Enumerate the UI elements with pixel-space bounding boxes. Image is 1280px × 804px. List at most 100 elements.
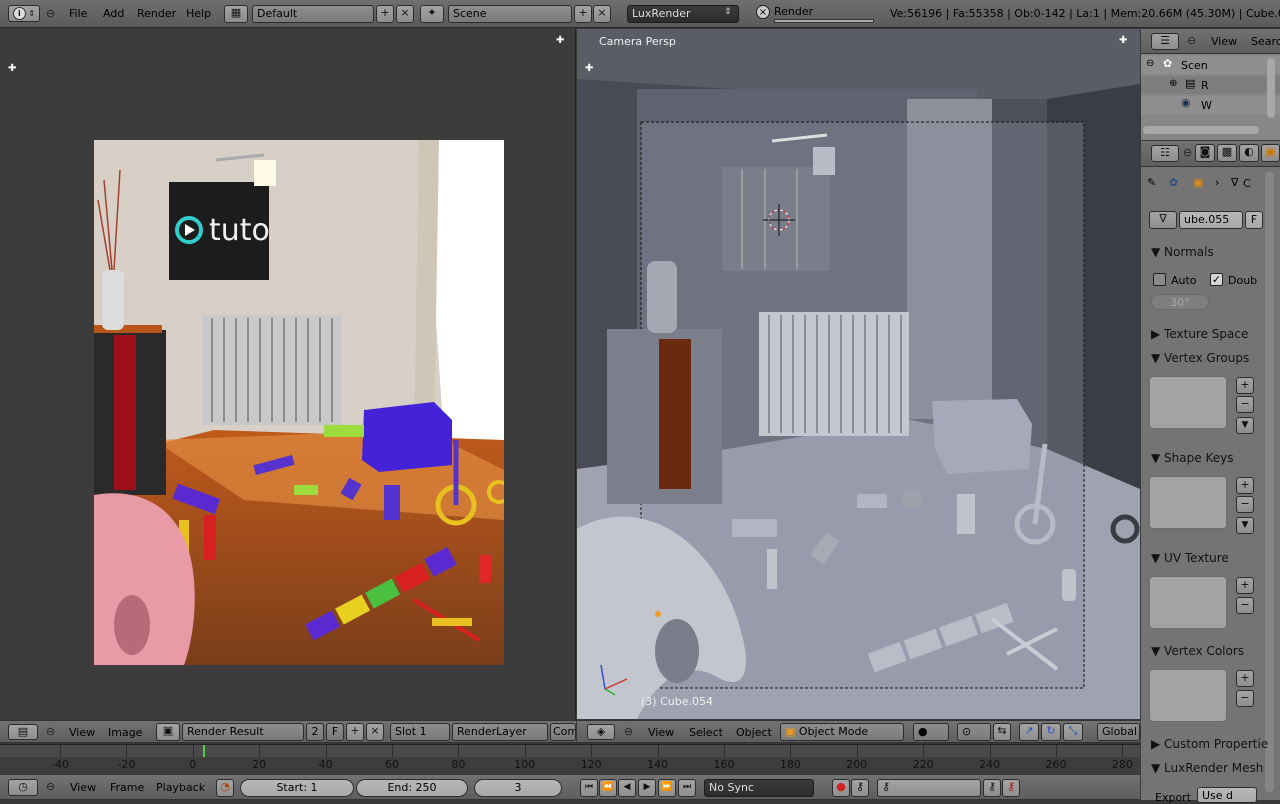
jump-keyframe-back-button[interactable]: ⏪ (599, 779, 617, 797)
panel-scrollbar[interactable] (1265, 172, 1274, 792)
texture-space-panel-header[interactable]: ▶ Texture Space (1151, 327, 1248, 341)
auto-keyframe-button[interactable]: ● (832, 779, 850, 797)
delete-keyframe-button[interactable]: ⚷ (1002, 779, 1020, 797)
end-frame-field[interactable]: End: 250 (356, 779, 468, 797)
scene-tab-icon[interactable]: ◐ (1239, 144, 1259, 162)
collapse-icon[interactable]: ⊖ (46, 725, 55, 738)
vertex-group-remove-button[interactable]: − (1236, 396, 1254, 413)
expand-icon[interactable]: ⊕ (1169, 78, 1177, 89)
render-layers-tab-icon[interactable]: ▩ (1217, 144, 1237, 162)
double-sided-checkbox[interactable]: ✓ (1210, 273, 1223, 286)
outliner-item-renderlayers[interactable]: R (1201, 79, 1209, 92)
scene-field[interactable]: Scene (448, 5, 572, 23)
slot-select[interactable]: Slot 1 (390, 723, 450, 741)
3d-viewport[interactable]: Camera Persp ✚ ✚ (3) Cube.054 (577, 29, 1140, 719)
vertex-group-specials-button[interactable]: ▼ (1236, 417, 1254, 434)
image-editor-area[interactable]: ✚ ✚ tuto (0, 29, 576, 719)
area-corner-icon-left[interactable]: ✚ (8, 63, 16, 74)
area-corner-icon-left[interactable]: ✚ (585, 63, 593, 74)
outliner-row[interactable]: ⊕ ▤ R (1141, 76, 1280, 94)
sync-mode-select[interactable]: No Sync (704, 779, 814, 797)
auto-smooth-angle-field[interactable]: 30° (1151, 294, 1209, 310)
screen-layout-icon[interactable]: ▦ (224, 5, 248, 23)
outliner-hscrollbar[interactable] (1143, 126, 1259, 134)
collapse-icon[interactable]: ⊖ (1187, 34, 1196, 47)
outliner-item-world[interactable]: W (1201, 99, 1212, 112)
image-new-button[interactable]: + (346, 723, 364, 741)
vertex-colors-list[interactable] (1149, 669, 1227, 722)
vertex-colors-panel-header[interactable]: ▼ Vertex Colors (1151, 644, 1244, 658)
jump-keyframe-forward-button[interactable]: ⏩ (658, 779, 676, 797)
add-scene-button[interactable]: + (574, 5, 592, 23)
translate-manipulator-icon[interactable]: ↗ (1019, 723, 1039, 741)
play-reverse-button[interactable]: ◀ (618, 779, 636, 797)
area-corner-icon[interactable]: ✚ (1119, 35, 1127, 46)
vertex-color-remove-button[interactable]: − (1236, 690, 1254, 707)
luxrender-mesh-panel-header[interactable]: ▼ LuxRender Mesh (1151, 761, 1263, 775)
keying-set-browse-icon[interactable]: ⚷ (877, 779, 981, 797)
vertex-color-add-button[interactable]: + (1236, 670, 1254, 687)
object-tab-icon[interactable]: ▣ (1261, 144, 1280, 162)
composite-select[interactable]: Com (550, 723, 576, 741)
shape-keys-list[interactable] (1149, 476, 1227, 529)
shape-key-specials-button[interactable]: ▼ (1236, 517, 1254, 534)
image-fake-user-button[interactable]: F (326, 723, 344, 741)
viewport-type-button[interactable]: ◈ (587, 724, 615, 740)
image-editor-type-button[interactable]: ▤ (8, 724, 38, 740)
play-button[interactable]: ▶ (638, 779, 656, 797)
outliner-row[interactable]: ◉ W (1141, 96, 1280, 114)
collapse-icon[interactable]: ⊖ (46, 780, 55, 793)
uv-remove-button[interactable]: − (1236, 597, 1254, 614)
object-mode-select[interactable]: ▣ Object Mode (780, 723, 904, 741)
mesh-browse-icon[interactable]: ∇ (1149, 211, 1177, 229)
uv-add-button[interactable]: + (1236, 577, 1254, 594)
rotate-manipulator-icon[interactable]: ↻ (1041, 723, 1061, 741)
scale-manipulator-icon[interactable]: ⤡ (1063, 723, 1083, 741)
screen-layout-field[interactable]: Default (252, 5, 374, 23)
outliner-row[interactable]: ⊖ ✿ Scen (1141, 56, 1280, 74)
cancel-render-icon[interactable]: × (756, 5, 770, 19)
timeline-menu-playback[interactable]: Playback (156, 780, 205, 796)
area-corner-icon[interactable]: ✚ (556, 35, 564, 46)
mesh-fake-user-button[interactable]: F (1245, 211, 1263, 229)
render-engine-select[interactable]: LuxRender (627, 5, 739, 23)
shape-keys-panel-header[interactable]: ▼ Shape Keys (1151, 451, 1233, 465)
outliner-menu-search[interactable]: Searc (1251, 34, 1280, 50)
add-layout-button[interactable]: + (376, 5, 394, 23)
remove-layout-button[interactable]: × (396, 5, 414, 23)
outliner-menu-view[interactable]: View (1211, 34, 1237, 50)
image-menu-view[interactable]: View (69, 725, 95, 741)
viewport-menu-select[interactable]: Select (689, 725, 723, 741)
insert-keyframe-button[interactable]: ⚷ (983, 779, 1001, 797)
uv-texture-list[interactable] (1149, 576, 1227, 629)
keying-set-icon[interactable]: ⚷ (851, 779, 869, 797)
orientation-select[interactable]: Global (1097, 723, 1140, 741)
outliner-type-button[interactable]: ☰ (1151, 33, 1179, 50)
timeline-area[interactable]: -40 -20 0 20 40 60 80 100 120 140 160 180 200 220 240 2… (0, 744, 1140, 774)
pivot-point-select[interactable]: ⊙ (957, 723, 991, 741)
shape-key-remove-button[interactable]: − (1236, 496, 1254, 513)
outliner-scrollbar[interactable] (1267, 58, 1275, 118)
pin-icon[interactable]: ✎ (1147, 176, 1156, 189)
jump-start-button[interactable]: ⏮ (580, 779, 598, 797)
jump-end-button[interactable]: ⏭ (678, 779, 696, 797)
render-layer-select[interactable]: RenderLayer (452, 723, 548, 741)
export-select[interactable]: Use d (1197, 787, 1257, 803)
vertex-groups-panel-header[interactable]: ▼ Vertex Groups (1151, 351, 1249, 365)
shape-key-add-button[interactable]: + (1236, 477, 1254, 494)
collapse-icon[interactable]: ⊖ (624, 725, 633, 738)
vertex-groups-list[interactable] (1149, 376, 1227, 429)
image-unlink-button[interactable]: × (366, 723, 384, 741)
timeline-menu-frame[interactable]: Frame (110, 780, 144, 796)
auto-smooth-checkbox[interactable] (1153, 273, 1166, 286)
custom-properties-panel-header[interactable]: ▶ Custom Propertie (1151, 737, 1268, 751)
viewport-menu-view[interactable]: View (648, 725, 674, 741)
image-menu-image[interactable]: Image (108, 725, 142, 741)
remove-scene-button[interactable]: × (593, 5, 611, 23)
editor-type-button[interactable]: i ⇕ (8, 5, 40, 22)
manipulator-toggle[interactable]: ⇆ (993, 723, 1011, 741)
viewport-menu-object[interactable]: Object (736, 725, 772, 741)
normals-panel-header[interactable]: ▼ Normals (1151, 245, 1214, 259)
uv-texture-panel-header[interactable]: ▼ UV Texture (1151, 551, 1229, 565)
vertex-group-add-button[interactable]: + (1236, 377, 1254, 394)
